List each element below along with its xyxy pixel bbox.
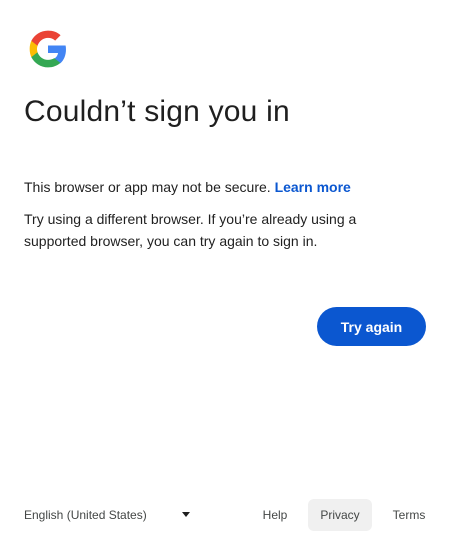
privacy-link[interactable]: Privacy (308, 499, 372, 531)
caret-down-icon (182, 512, 190, 517)
footer: English (United States) Help Privacy Ter… (0, 499, 450, 531)
sign-in-error-page: Couldn’t sign you in This browser or app… (0, 0, 450, 547)
language-label: English (United States) (24, 508, 147, 522)
security-message-text: This browser or app may not be secure. (24, 179, 275, 195)
google-logo-icon (29, 30, 66, 68)
help-link[interactable]: Help (254, 499, 296, 531)
try-again-button[interactable]: Try again (317, 307, 426, 346)
security-message: This browser or app may not be secure. L… (24, 176, 351, 198)
terms-link[interactable]: Terms (384, 499, 434, 531)
detail-message: Try using a different browser. If you’re… (24, 211, 357, 249)
learn-more-link[interactable]: Learn more (275, 179, 351, 195)
page-title: Couldn’t sign you in (24, 95, 290, 128)
language-selector[interactable]: English (United States) (14, 499, 194, 531)
